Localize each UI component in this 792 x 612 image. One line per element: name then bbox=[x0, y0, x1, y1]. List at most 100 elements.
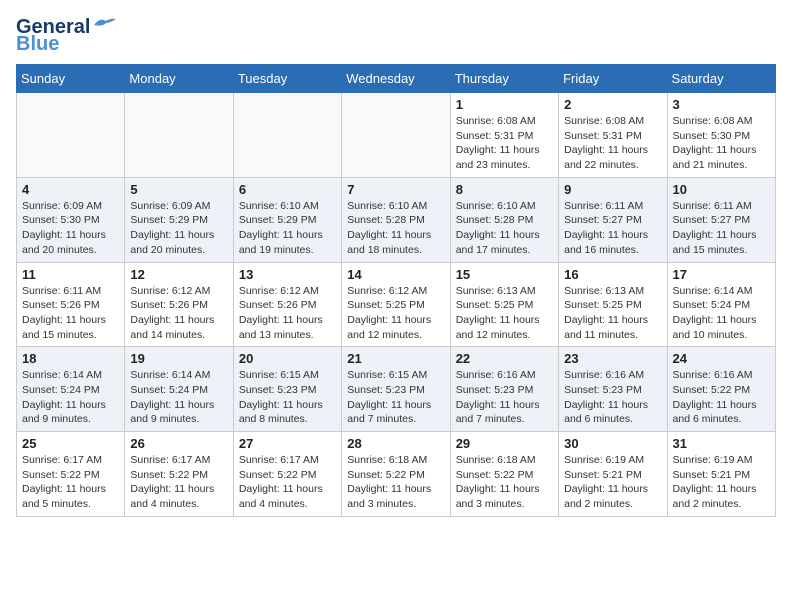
day-number: 5 bbox=[130, 182, 227, 197]
calendar-cell: 1 Sunrise: 6:08 AM Sunset: 5:31 PM Daylig… bbox=[450, 93, 558, 178]
day-number: 24 bbox=[673, 351, 770, 366]
day-number: 17 bbox=[673, 267, 770, 282]
day-info: Sunrise: 6:17 AM Sunset: 5:22 PM Dayligh… bbox=[130, 453, 227, 512]
calendar-cell: 28 Sunrise: 6:18 AM Sunset: 5:22 PM Dayli… bbox=[342, 432, 450, 517]
calendar-cell: 8 Sunrise: 6:10 AM Sunset: 5:28 PM Daylig… bbox=[450, 177, 558, 262]
day-number: 2 bbox=[564, 97, 661, 112]
day-number: 9 bbox=[564, 182, 661, 197]
weekday-header-thursday: Thursday bbox=[450, 65, 558, 93]
day-info: Sunrise: 6:19 AM Sunset: 5:21 PM Dayligh… bbox=[564, 453, 661, 512]
day-info: Sunrise: 6:11 AM Sunset: 5:27 PM Dayligh… bbox=[673, 199, 770, 258]
calendar-cell: 15 Sunrise: 6:13 AM Sunset: 5:25 PM Dayli… bbox=[450, 262, 558, 347]
day-info: Sunrise: 6:08 AM Sunset: 5:30 PM Dayligh… bbox=[673, 114, 770, 173]
day-number: 11 bbox=[22, 267, 119, 282]
day-info: Sunrise: 6:16 AM Sunset: 5:23 PM Dayligh… bbox=[456, 368, 553, 427]
calendar-table: SundayMondayTuesdayWednesdayThursdayFrid… bbox=[16, 64, 776, 517]
week-row-1: 1 Sunrise: 6:08 AM Sunset: 5:31 PM Daylig… bbox=[17, 93, 776, 178]
calendar-cell: 22 Sunrise: 6:16 AM Sunset: 5:23 PM Dayli… bbox=[450, 347, 558, 432]
logo-blue: Blue bbox=[16, 33, 59, 56]
logo: General Blue bbox=[16, 16, 116, 56]
day-number: 26 bbox=[130, 436, 227, 451]
day-info: Sunrise: 6:13 AM Sunset: 5:25 PM Dayligh… bbox=[564, 284, 661, 343]
weekday-header-monday: Monday bbox=[125, 65, 233, 93]
day-number: 6 bbox=[239, 182, 336, 197]
calendar-cell: 10 Sunrise: 6:11 AM Sunset: 5:27 PM Dayli… bbox=[667, 177, 775, 262]
calendar-cell: 11 Sunrise: 6:11 AM Sunset: 5:26 PM Dayli… bbox=[17, 262, 125, 347]
calendar-cell: 21Sunrise: 6:15 AM Sunset: 5:23 PM Dayli… bbox=[342, 347, 450, 432]
calendar-cell: 27 Sunrise: 6:17 AM Sunset: 5:22 PM Dayli… bbox=[233, 432, 341, 517]
day-number: 3 bbox=[673, 97, 770, 112]
day-number: 21 bbox=[347, 351, 444, 366]
calendar-cell: 9 Sunrise: 6:11 AM Sunset: 5:27 PM Daylig… bbox=[559, 177, 667, 262]
weekday-header-sunday: Sunday bbox=[17, 65, 125, 93]
day-info: Sunrise: 6:14 AM Sunset: 5:24 PM Dayligh… bbox=[673, 284, 770, 343]
day-info: Sunrise: 6:16 AM Sunset: 5:23 PM Dayligh… bbox=[564, 368, 661, 427]
day-number: 15 bbox=[456, 267, 553, 282]
calendar-cell: 29 Sunrise: 6:18 AM Sunset: 5:22 PM Dayli… bbox=[450, 432, 558, 517]
calendar-cell: 13Sunrise: 6:12 AM Sunset: 5:26 PM Dayli… bbox=[233, 262, 341, 347]
day-info: Sunrise: 6:10 AM Sunset: 5:28 PM Dayligh… bbox=[456, 199, 553, 258]
calendar-cell: 24 Sunrise: 6:16 AM Sunset: 5:22 PM Dayli… bbox=[667, 347, 775, 432]
week-row-5: 25 Sunrise: 6:17 AM Sunset: 5:22 PM Dayli… bbox=[17, 432, 776, 517]
day-number: 4 bbox=[22, 182, 119, 197]
day-info: Sunrise: 6:14 AM Sunset: 5:24 PM Dayligh… bbox=[130, 368, 227, 427]
day-info: Sunrise: 6:11 AM Sunset: 5:26 PM Dayligh… bbox=[22, 284, 119, 343]
day-info: Sunrise: 6:14 AM Sunset: 5:24 PM Dayligh… bbox=[22, 368, 119, 427]
calendar-cell: 14Sunrise: 6:12 AM Sunset: 5:25 PM Dayli… bbox=[342, 262, 450, 347]
calendar-cell: 19 Sunrise: 6:14 AM Sunset: 5:24 PM Dayli… bbox=[125, 347, 233, 432]
day-number: 29 bbox=[456, 436, 553, 451]
day-info: Sunrise: 6:12 AM Sunset: 5:25 PM Dayligh… bbox=[347, 284, 444, 343]
day-number: 27 bbox=[239, 436, 336, 451]
calendar-cell: 18 Sunrise: 6:14 AM Sunset: 5:24 PM Dayli… bbox=[17, 347, 125, 432]
day-number: 1 bbox=[456, 97, 553, 112]
calendar-cell: 23 Sunrise: 6:16 AM Sunset: 5:23 PM Dayli… bbox=[559, 347, 667, 432]
day-info: Sunrise: 6:12 AM Sunset: 5:26 PM Dayligh… bbox=[239, 284, 336, 343]
page-header: General Blue bbox=[16, 16, 776, 56]
day-info: Sunrise: 6:17 AM Sunset: 5:22 PM Dayligh… bbox=[239, 453, 336, 512]
calendar-cell: 3 Sunrise: 6:08 AM Sunset: 5:30 PM Daylig… bbox=[667, 93, 775, 178]
day-info: Sunrise: 6:17 AM Sunset: 5:22 PM Dayligh… bbox=[22, 453, 119, 512]
day-info: Sunrise: 6:11 AM Sunset: 5:27 PM Dayligh… bbox=[564, 199, 661, 258]
day-number: 30 bbox=[564, 436, 661, 451]
day-info: Sunrise: 6:08 AM Sunset: 5:31 PM Dayligh… bbox=[564, 114, 661, 173]
calendar-cell bbox=[342, 93, 450, 178]
day-number: 28 bbox=[347, 436, 444, 451]
calendar-cell: 26 Sunrise: 6:17 AM Sunset: 5:22 PM Dayli… bbox=[125, 432, 233, 517]
day-number: 31 bbox=[673, 436, 770, 451]
week-row-3: 11 Sunrise: 6:11 AM Sunset: 5:26 PM Dayli… bbox=[17, 262, 776, 347]
day-info: Sunrise: 6:19 AM Sunset: 5:21 PM Dayligh… bbox=[673, 453, 770, 512]
day-number: 8 bbox=[456, 182, 553, 197]
day-number: 10 bbox=[673, 182, 770, 197]
weekday-header-wednesday: Wednesday bbox=[342, 65, 450, 93]
weekday-header-saturday: Saturday bbox=[667, 65, 775, 93]
calendar-cell: 12Sunrise: 6:12 AM Sunset: 5:26 PM Dayli… bbox=[125, 262, 233, 347]
calendar-cell: 16 Sunrise: 6:13 AM Sunset: 5:25 PM Dayli… bbox=[559, 262, 667, 347]
day-number: 20 bbox=[239, 351, 336, 366]
week-row-2: 4 Sunrise: 6:09 AM Sunset: 5:30 PM Daylig… bbox=[17, 177, 776, 262]
day-info: Sunrise: 6:18 AM Sunset: 5:22 PM Dayligh… bbox=[456, 453, 553, 512]
day-info: Sunrise: 6:16 AM Sunset: 5:22 PM Dayligh… bbox=[673, 368, 770, 427]
calendar-cell: 25 Sunrise: 6:17 AM Sunset: 5:22 PM Dayli… bbox=[17, 432, 125, 517]
day-number: 22 bbox=[456, 351, 553, 366]
calendar-cell: 2 Sunrise: 6:08 AM Sunset: 5:31 PM Daylig… bbox=[559, 93, 667, 178]
day-info: Sunrise: 6:09 AM Sunset: 5:30 PM Dayligh… bbox=[22, 199, 119, 258]
day-info: Sunrise: 6:15 AM Sunset: 5:23 PM Dayligh… bbox=[239, 368, 336, 427]
day-number: 23 bbox=[564, 351, 661, 366]
weekday-header-friday: Friday bbox=[559, 65, 667, 93]
weekday-header-row: SundayMondayTuesdayWednesdayThursdayFrid… bbox=[17, 65, 776, 93]
logo-bird-icon bbox=[92, 17, 116, 33]
day-number: 25 bbox=[22, 436, 119, 451]
day-info: Sunrise: 6:10 AM Sunset: 5:29 PM Dayligh… bbox=[239, 199, 336, 258]
day-info: Sunrise: 6:18 AM Sunset: 5:22 PM Dayligh… bbox=[347, 453, 444, 512]
calendar-cell: 31 Sunrise: 6:19 AM Sunset: 5:21 PM Dayli… bbox=[667, 432, 775, 517]
calendar-cell: 4 Sunrise: 6:09 AM Sunset: 5:30 PM Daylig… bbox=[17, 177, 125, 262]
week-row-4: 18 Sunrise: 6:14 AM Sunset: 5:24 PM Dayli… bbox=[17, 347, 776, 432]
day-number: 19 bbox=[130, 351, 227, 366]
day-info: Sunrise: 6:13 AM Sunset: 5:25 PM Dayligh… bbox=[456, 284, 553, 343]
day-number: 18 bbox=[22, 351, 119, 366]
calendar-cell bbox=[17, 93, 125, 178]
day-number: 16 bbox=[564, 267, 661, 282]
day-info: Sunrise: 6:08 AM Sunset: 5:31 PM Dayligh… bbox=[456, 114, 553, 173]
day-number: 12 bbox=[130, 267, 227, 282]
day-number: 7 bbox=[347, 182, 444, 197]
